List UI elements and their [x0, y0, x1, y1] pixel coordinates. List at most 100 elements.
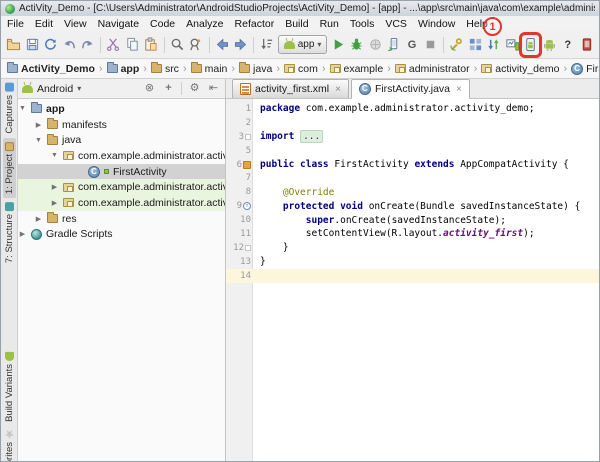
- code-line: 5: [245, 145, 251, 156]
- tool-window-build-variants[interactable]: Build Variants: [3, 348, 16, 426]
- close-icon[interactable]: ×: [335, 84, 341, 95]
- breadcrumb-activity-demo[interactable]: activity_demo: [481, 63, 559, 75]
- tree-row-package-androidtest[interactable]: ▶com.example.administrator.activity_demo: [18, 179, 225, 196]
- menu-refactor[interactable]: Refactor: [235, 18, 275, 30]
- gradle-icon[interactable]: G: [404, 36, 419, 54]
- forward-icon[interactable]: [233, 36, 248, 54]
- code-line: 9 ↑ protected void onCreate(Bundle savedI…: [236, 200, 581, 212]
- save-all-icon[interactable]: [24, 36, 39, 54]
- menu-code[interactable]: Code: [150, 18, 175, 30]
- replace-icon[interactable]: [188, 36, 203, 54]
- chevron-separator-icon: ›: [276, 62, 280, 75]
- code-line: 3 import ...: [226, 130, 599, 144]
- project-view-selector[interactable]: Android: [37, 83, 73, 95]
- sync-icon[interactable]: [43, 36, 58, 54]
- undo-icon[interactable]: [61, 36, 76, 54]
- tree-row-gradle-scripts[interactable]: ▶ Gradle Scripts: [18, 227, 225, 243]
- code-editor[interactable]: 1 package com.example.administrator.activ…: [226, 99, 599, 461]
- xml-file-icon: [240, 83, 251, 95]
- scroll-from-source-icon[interactable]: +: [161, 83, 176, 94]
- cut-icon[interactable]: [106, 36, 121, 54]
- android-device-monitor-icon[interactable]: [578, 36, 593, 54]
- run-configuration-select[interactable]: app ▾: [277, 35, 328, 54]
- sync-gradle-icon[interactable]: [449, 36, 464, 54]
- tree-row-manifests[interactable]: ▶ manifests: [18, 117, 225, 133]
- menu-vcs[interactable]: VCS: [385, 18, 407, 30]
- debug-icon[interactable]: [349, 36, 364, 54]
- breadcrumb-project[interactable]: ActiVity_Demo: [7, 62, 95, 75]
- window-title: ActiVity_Demo - [C:\Users\Administrator\…: [19, 3, 595, 14]
- tree-row-firstactivity[interactable]: C FirstActivity: [18, 163, 225, 180]
- tool-window-captures[interactable]: Captures: [3, 79, 16, 138]
- fold-marker-icon[interactable]: [245, 133, 251, 140]
- menu-tools[interactable]: Tools: [350, 18, 375, 30]
- android-monitor-icon[interactable]: [505, 36, 520, 54]
- sort-lines-icon[interactable]: [259, 36, 274, 54]
- tree-row-java[interactable]: ▼ java: [18, 132, 225, 148]
- tab-firstactivity-java[interactable]: C FirstActivity.java ×: [350, 79, 470, 99]
- run-with-coverage-icon[interactable]: [367, 36, 382, 54]
- main-toolbar: 1 app ▾ G ?: [1, 17, 599, 59]
- code-line: 8 @Override: [245, 186, 335, 198]
- structure-icon: [4, 201, 14, 211]
- breadcrumb-java[interactable]: java: [239, 62, 272, 75]
- expander-icon: ▶: [19, 231, 26, 239]
- res-folder-icon: [47, 212, 58, 224]
- project-icon: [4, 141, 14, 151]
- tool-window-project[interactable]: 1: Project: [2, 137, 16, 198]
- avd-manager-icon[interactable]: [518, 31, 543, 58]
- project-structure-icon[interactable]: [468, 36, 483, 54]
- menu-file[interactable]: File: [7, 18, 24, 30]
- code-line: 2: [245, 117, 251, 128]
- collapse-all-icon[interactable]: ⊗: [142, 83, 157, 94]
- android-studio-window: ActiVity_Demo - [C:\Users\Administrator\…: [0, 0, 600, 462]
- menu-run[interactable]: Run: [320, 18, 339, 30]
- paste-icon[interactable]: [143, 36, 158, 54]
- menu-analyze[interactable]: Analyze: [186, 18, 223, 30]
- find-icon[interactable]: [170, 36, 185, 54]
- tree-row-app[interactable]: ▼ app: [18, 101, 225, 117]
- hide-panel-icon[interactable]: ⇤: [206, 83, 221, 94]
- redo-icon[interactable]: [80, 36, 95, 54]
- attach-to-process-icon[interactable]: [386, 36, 401, 54]
- breadcrumb-main[interactable]: main: [190, 62, 227, 75]
- open-folder-icon[interactable]: [6, 36, 21, 54]
- attach-debugger-android-icon[interactable]: [486, 36, 501, 54]
- sdk-manager-icon[interactable]: [541, 36, 556, 54]
- help-icon[interactable]: ?: [560, 36, 575, 54]
- tree-row-package-test[interactable]: ▶com.example.administrator.activity_demo: [18, 195, 225, 211]
- tool-window-favorites[interactable]: Favorites: [3, 426, 16, 461]
- class-gutter-icon[interactable]: [243, 160, 251, 169]
- gear-icon[interactable]: ⚙: [187, 83, 202, 94]
- breadcrumb-administrator[interactable]: administrator: [394, 63, 470, 75]
- menu-build[interactable]: Build: [285, 18, 308, 30]
- menu-edit[interactable]: Edit: [35, 18, 53, 30]
- copy-icon[interactable]: [125, 36, 140, 54]
- tree-row-package-main[interactable]: ▼com.example.administrator.activity_demo: [18, 148, 225, 164]
- folder-icon: [150, 62, 162, 73]
- back-icon[interactable]: [214, 36, 229, 54]
- tool-window-structure[interactable]: 7: Structure: [3, 198, 16, 267]
- chevron-separator-icon: ›: [321, 62, 326, 75]
- title-bar: ActiVity_Demo - [C:\Users\Administrator\…: [1, 1, 599, 16]
- run-button[interactable]: [330, 36, 345, 54]
- folded-imports[interactable]: ...: [300, 130, 324, 144]
- breadcrumb-firstactivity[interactable]: CFirstActivity: [571, 62, 599, 75]
- override-marker-icon[interactable]: ↑: [243, 202, 251, 211]
- fold-marker-icon[interactable]: [245, 244, 251, 251]
- tab-activity-first-xml[interactable]: activity_first.xml ×: [232, 79, 349, 98]
- stop-icon[interactable]: [423, 36, 438, 54]
- breadcrumb-src[interactable]: src: [150, 62, 179, 75]
- breadcrumb-example[interactable]: example: [329, 63, 383, 75]
- menu-navigate[interactable]: Navigate: [98, 18, 139, 30]
- tree-row-res[interactable]: ▶ res: [18, 211, 225, 227]
- captures-icon: [4, 83, 14, 92]
- package-icon: [394, 64, 406, 73]
- breadcrumb-app[interactable]: app: [106, 62, 139, 75]
- android-robot-icon: [22, 84, 33, 93]
- menu-view[interactable]: View: [64, 18, 87, 30]
- close-icon[interactable]: ×: [456, 84, 462, 95]
- module-folder-icon: [106, 62, 118, 73]
- breadcrumb-com[interactable]: com: [283, 63, 318, 75]
- menu-window[interactable]: Window: [418, 18, 455, 30]
